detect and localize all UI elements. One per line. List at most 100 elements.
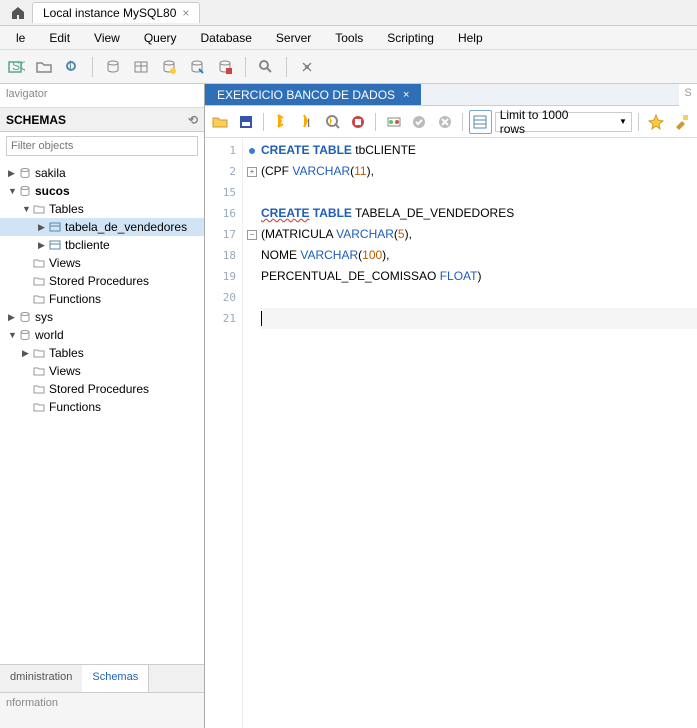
rollback-icon[interactable] bbox=[434, 110, 457, 134]
menu-tools[interactable]: Tools bbox=[323, 28, 375, 48]
menu-bar: le Edit View Query Database Server Tools… bbox=[0, 26, 697, 50]
menu-scripting[interactable]: Scripting bbox=[375, 28, 446, 48]
svg-text:SQL: SQL bbox=[12, 59, 25, 73]
database-icon bbox=[18, 310, 32, 324]
connection-tab-label: Local instance MySQL80 bbox=[43, 6, 176, 20]
execute-icon[interactable] bbox=[270, 110, 293, 134]
home-icon[interactable] bbox=[10, 5, 26, 21]
separator bbox=[263, 113, 264, 131]
fold-expand-icon[interactable]: + bbox=[247, 167, 257, 177]
save-icon[interactable] bbox=[235, 110, 258, 134]
folder-icon bbox=[32, 202, 46, 216]
toggle-autocommit-icon[interactable] bbox=[382, 110, 405, 134]
sql-editor[interactable]: 1 2 15 16 17 18 19 20 21 + − bbox=[205, 138, 697, 728]
editor-tab-label: EXERCICIO BANCO DE DADOS bbox=[217, 88, 395, 102]
stop-icon[interactable] bbox=[347, 110, 370, 134]
separator bbox=[638, 113, 639, 131]
folder-icon bbox=[32, 364, 46, 378]
menu-database[interactable]: Database bbox=[189, 28, 264, 48]
separator bbox=[286, 57, 287, 77]
folder-tables[interactable]: ▼Tables bbox=[0, 200, 204, 218]
database-icon bbox=[18, 166, 32, 180]
table-tbcliente[interactable]: ▶tbcliente bbox=[0, 236, 204, 254]
statement-marker-icon bbox=[249, 148, 255, 154]
reconnect-icon[interactable] bbox=[295, 55, 319, 79]
schema-tree[interactable]: ▶sakila ▼sucos ▼Tables ▶tabela_de_vended… bbox=[0, 160, 204, 664]
limit-rows-label: Limit to 1000 rows bbox=[500, 108, 589, 136]
menu-view[interactable]: View bbox=[82, 28, 132, 48]
folder-sp-world[interactable]: Stored Procedures bbox=[0, 380, 204, 398]
folder-fn-world[interactable]: Functions bbox=[0, 398, 204, 416]
limit-rows-select[interactable]: Limit to 1000 rows ▼ bbox=[495, 112, 632, 132]
menu-server[interactable]: Server bbox=[264, 28, 323, 48]
db-sakila[interactable]: ▶sakila bbox=[0, 164, 204, 182]
database-icon bbox=[18, 328, 32, 342]
filter-objects-input[interactable] bbox=[6, 136, 198, 156]
folder-views[interactable]: Views bbox=[0, 254, 204, 272]
svg-text:I: I bbox=[307, 116, 310, 130]
side-panel-toggle[interactable]: S bbox=[679, 84, 697, 106]
function-icon bbox=[32, 400, 46, 414]
db-world[interactable]: ▼world bbox=[0, 326, 204, 344]
separator bbox=[92, 57, 93, 77]
function-icon bbox=[32, 292, 46, 306]
folder-icon bbox=[32, 274, 46, 288]
close-icon[interactable]: × bbox=[403, 89, 409, 101]
open-sql-icon[interactable] bbox=[32, 55, 56, 79]
table-icon bbox=[48, 238, 62, 252]
db-sp-icon[interactable] bbox=[185, 55, 209, 79]
schemas-header: SCHEMAS bbox=[6, 113, 66, 127]
folder-tables-world[interactable]: ▶Tables bbox=[0, 344, 204, 362]
open-file-icon[interactable] bbox=[209, 110, 232, 134]
chevron-down-icon: ▼ bbox=[619, 117, 627, 126]
table-vendedores[interactable]: ▶tabela_de_vendedores bbox=[0, 218, 204, 236]
db-create-icon[interactable] bbox=[101, 55, 125, 79]
menu-edit[interactable]: Edit bbox=[37, 28, 82, 48]
db-sucos[interactable]: ▼sucos bbox=[0, 182, 204, 200]
separator bbox=[375, 113, 376, 131]
folder-functions[interactable]: Functions bbox=[0, 290, 204, 308]
separator bbox=[462, 113, 463, 131]
code-area[interactable]: CREATE TABLE tbCLIENTE (CPF VARCHAR(11),… bbox=[261, 138, 697, 728]
limit-rows-icon[interactable] bbox=[469, 110, 492, 134]
close-icon[interactable]: × bbox=[182, 6, 189, 20]
beautify-icon[interactable] bbox=[645, 110, 668, 134]
search-icon[interactable] bbox=[254, 55, 278, 79]
text-cursor bbox=[261, 311, 262, 326]
svg-text:i: i bbox=[69, 58, 72, 72]
refresh-icon[interactable]: ⟲ bbox=[188, 113, 198, 127]
fold-gutter: + − bbox=[243, 138, 261, 728]
folder-stored-procedures[interactable]: Stored Procedures bbox=[0, 272, 204, 290]
new-sql-tab-icon[interactable]: SQL bbox=[4, 55, 28, 79]
folder-views-world[interactable]: Views bbox=[0, 362, 204, 380]
line-number-gutter: 1 2 15 16 17 18 19 20 21 bbox=[205, 138, 243, 728]
main-toolbar: SQL i bbox=[0, 50, 697, 84]
db-sys[interactable]: ▶sys bbox=[0, 308, 204, 326]
menu-query[interactable]: Query bbox=[132, 28, 189, 48]
fold-collapse-icon[interactable]: − bbox=[247, 230, 257, 240]
connection-tab[interactable]: Local instance MySQL80 × bbox=[32, 2, 200, 23]
information-panel-title: nformation bbox=[0, 692, 204, 728]
db-fn-icon[interactable] bbox=[213, 55, 237, 79]
db-view-icon[interactable] bbox=[157, 55, 181, 79]
tab-schemas[interactable]: Schemas bbox=[82, 665, 149, 692]
menu-help[interactable]: Help bbox=[446, 28, 495, 48]
database-icon bbox=[18, 184, 32, 198]
editor-tab[interactable]: EXERCICIO BANCO DE DADOS × bbox=[205, 84, 421, 105]
inspector-icon[interactable]: i bbox=[60, 55, 84, 79]
table-icon bbox=[48, 220, 62, 234]
explain-icon[interactable] bbox=[321, 110, 344, 134]
menu-file[interactable]: le bbox=[4, 28, 37, 48]
folder-icon bbox=[32, 346, 46, 360]
commit-icon[interactable] bbox=[408, 110, 431, 134]
tab-administration[interactable]: dministration bbox=[0, 665, 82, 692]
db-table-icon[interactable] bbox=[129, 55, 153, 79]
editor-toolbar: I Limit to 1000 rows ▼ bbox=[205, 106, 697, 138]
navigator-title: lavigator bbox=[0, 84, 204, 108]
folder-icon bbox=[32, 382, 46, 396]
navigator-panel: lavigator SCHEMAS ⟲ ▶sakila ▼sucos ▼Tabl… bbox=[0, 84, 205, 728]
find-icon[interactable] bbox=[670, 110, 693, 134]
execute-current-icon[interactable]: I bbox=[296, 110, 319, 134]
folder-icon bbox=[32, 256, 46, 270]
separator bbox=[245, 57, 246, 77]
